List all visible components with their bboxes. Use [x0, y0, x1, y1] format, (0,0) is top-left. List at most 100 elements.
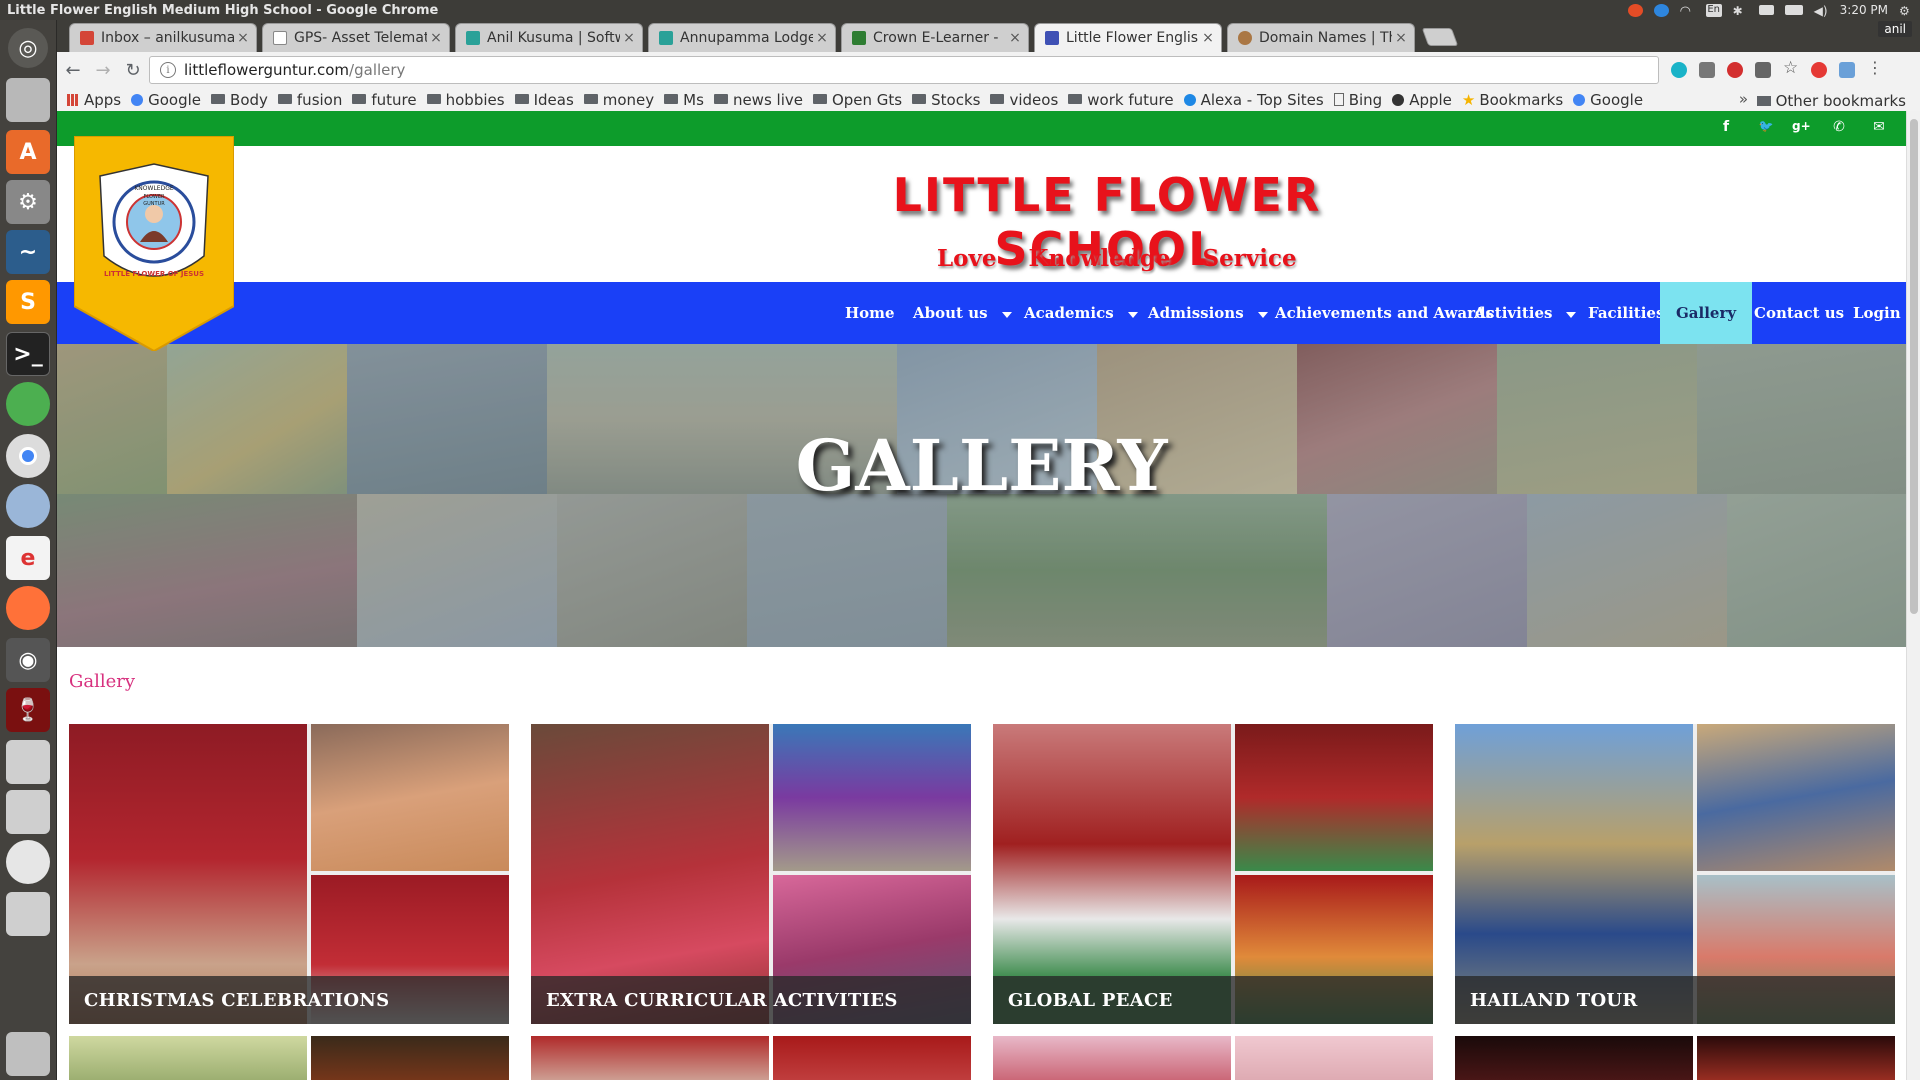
nav-activities[interactable]: Activities	[1474, 282, 1577, 344]
optical-disc-icon[interactable]	[6, 840, 50, 884]
bookmark-bookmarks[interactable]: ★ Bookmarks	[1462, 91, 1563, 109]
close-tab-icon[interactable]: ×	[620, 30, 638, 46]
bookmark-google[interactable]: Google	[131, 91, 201, 109]
text-editor-icon[interactable]: e	[6, 536, 50, 580]
files-icon[interactable]	[6, 78, 50, 122]
wifi-icon[interactable]: ◠	[1680, 4, 1695, 19]
mail-icon[interactable]: ✉	[1870, 119, 1888, 137]
bookmark-bing[interactable]: Bing	[1333, 91, 1382, 109]
bookmark-folder[interactable]: Stocks	[912, 91, 980, 109]
phone-icon[interactable]: ✆	[1830, 119, 1848, 137]
chat-tray-icon[interactable]	[1653, 3, 1669, 17]
tab-annupamma[interactable]: Annupamma Lodge ×	[648, 23, 836, 52]
gallery-card-extra-curricular[interactable]: EXTRA CURRICULAR ACTIVITIES	[531, 724, 971, 1024]
close-tab-icon[interactable]: ×	[813, 30, 831, 46]
school-logo[interactable]: KNOWLEDGE FLOWER GUNTUR LITTLE FLOWER OF…	[74, 136, 234, 351]
nav-about-us[interactable]: About us	[913, 282, 1012, 344]
forward-arrow-icon[interactable]: →	[89, 56, 117, 84]
close-tab-icon[interactable]: ×	[234, 30, 252, 46]
software-center-icon[interactable]: A	[6, 130, 50, 174]
close-tab-icon[interactable]: ×	[1006, 30, 1024, 46]
gallery-card-next-row[interactable]	[993, 1036, 1433, 1080]
screenshot-app-icon[interactable]: ◉	[6, 638, 50, 682]
nav-admissions[interactable]: Admissions	[1148, 282, 1268, 344]
address-bar[interactable]: i littleflowerguntur.com/gallery	[149, 56, 1659, 84]
adblock-icon[interactable]	[1727, 62, 1743, 78]
chrome-menu-icon[interactable]: ⋮	[1867, 58, 1883, 77]
drive-3-icon[interactable]	[6, 892, 50, 936]
bookmark-star-icon[interactable]: ☆	[1783, 58, 1799, 78]
bookmark-folder[interactable]: Body	[211, 91, 268, 109]
bookmark-folder[interactable]: future	[352, 91, 417, 109]
page-scrollbar[interactable]	[1906, 111, 1920, 1080]
bookmark-alexa[interactable]: Alexa - Top Sites	[1183, 91, 1324, 109]
close-tab-icon[interactable]: ×	[1199, 30, 1217, 46]
tab-little-flower[interactable]: Little Flower Englis ×	[1034, 23, 1222, 52]
nav-academics[interactable]: Academics	[1024, 282, 1138, 344]
bluetooth-icon[interactable]: ✱	[1733, 4, 1748, 18]
bookmark-apple[interactable]: Apple	[1392, 91, 1452, 109]
battery-icon[interactable]	[1784, 5, 1803, 15]
close-tab-icon[interactable]: ×	[427, 30, 445, 46]
extension-cloud-icon[interactable]	[1839, 62, 1855, 78]
chrome-tray-icon[interactable]	[1627, 3, 1643, 17]
dash-home-icon[interactable]: ◎	[8, 28, 48, 68]
bookmark-folder[interactable]: Ideas	[514, 91, 574, 109]
extension-m-icon[interactable]	[1671, 62, 1687, 78]
tab-domain-names[interactable]: Domain Names | Th ×	[1227, 23, 1415, 52]
close-tab-icon[interactable]: ×	[1392, 30, 1410, 46]
opera-extension-icon[interactable]	[1811, 62, 1827, 78]
new-tab-button[interactable]	[1421, 28, 1459, 46]
gallery-card-hailand-tour[interactable]: HAILAND TOUR	[1455, 724, 1895, 1024]
gallery-card-next-row[interactable]	[531, 1036, 971, 1080]
mail-tray-icon[interactable]	[1758, 5, 1774, 15]
twitter-icon[interactable]: 🐦	[1757, 119, 1775, 137]
bookmark-folder[interactable]: Ms	[664, 91, 704, 109]
nav-achievements-awards[interactable]: Achievements and Awards	[1275, 282, 1494, 344]
bookmark-apps[interactable]: Apps	[67, 91, 121, 109]
drive-icon[interactable]	[6, 740, 50, 784]
nav-home[interactable]: Home	[845, 282, 895, 344]
bookmark-folder[interactable]: money	[583, 91, 654, 109]
extension-mail-icon[interactable]	[1755, 62, 1771, 78]
clock[interactable]: 3:20 PM	[1840, 3, 1888, 17]
drive-2-icon[interactable]	[6, 790, 50, 834]
back-arrow-icon[interactable]: ←	[59, 56, 87, 84]
gallery-card-global-peace[interactable]: GLOBAL PEACE	[993, 724, 1433, 1024]
other-bookmarks[interactable]: Other bookmarks	[1756, 92, 1906, 110]
bookmark-folder[interactable]: Open Gts	[812, 91, 902, 109]
breadcrumb[interactable]: Gallery	[69, 671, 135, 692]
firefox-icon[interactable]	[6, 586, 50, 630]
bookmark-folder[interactable]: fusion	[277, 91, 342, 109]
reload-icon[interactable]: ↻	[119, 56, 147, 84]
bookmark-folder[interactable]: hobbies	[426, 91, 505, 109]
tab-crown[interactable]: Crown E-Learner - ×	[841, 23, 1029, 52]
chromium-launcher-icon[interactable]	[6, 484, 50, 528]
nav-gallery[interactable]: Gallery	[1660, 282, 1753, 344]
terminal-icon[interactable]: >_	[6, 332, 50, 376]
nav-login[interactable]: Login	[1853, 282, 1901, 344]
bookmark-google-2[interactable]: Google	[1573, 91, 1643, 109]
android-app-icon[interactable]	[6, 382, 50, 426]
sublime-text-icon[interactable]: S	[6, 280, 50, 324]
bookmark-folder[interactable]: videos	[990, 91, 1058, 109]
bookmarks-overflow-chevron-icon[interactable]: »	[1739, 90, 1748, 108]
wine-icon[interactable]: 🍷	[6, 688, 50, 732]
gallery-card-next-row[interactable]	[1455, 1036, 1895, 1080]
tab-gps[interactable]: GPS- Asset Telemat ×	[262, 23, 450, 52]
chrome-launcher-icon[interactable]	[6, 434, 50, 478]
nav-contact-us[interactable]: Contact us	[1754, 282, 1844, 344]
mysql-workbench-icon[interactable]: ~	[6, 230, 50, 274]
trash-icon[interactable]	[6, 1032, 50, 1076]
gallery-card-next-row[interactable]	[69, 1036, 509, 1080]
facebook-icon[interactable]: f	[1717, 119, 1735, 137]
volume-icon[interactable]: ◀)	[1814, 4, 1829, 18]
bookmark-folder[interactable]: news live	[713, 91, 803, 109]
system-tray[interactable]: ◠ En ✱ ◀) 3:20 PM ⚙	[1627, 0, 1914, 20]
nav-facilities[interactable]: Facilities	[1588, 282, 1664, 344]
extension-box-icon[interactable]	[1699, 62, 1715, 78]
scrollbar-thumb[interactable]	[1910, 119, 1918, 614]
keyboard-layout-icon[interactable]: En	[1705, 3, 1722, 17]
bookmark-folder[interactable]: work future	[1068, 91, 1174, 109]
tab-anil-kusuma[interactable]: Anil Kusuma | Softw ×	[455, 23, 643, 52]
